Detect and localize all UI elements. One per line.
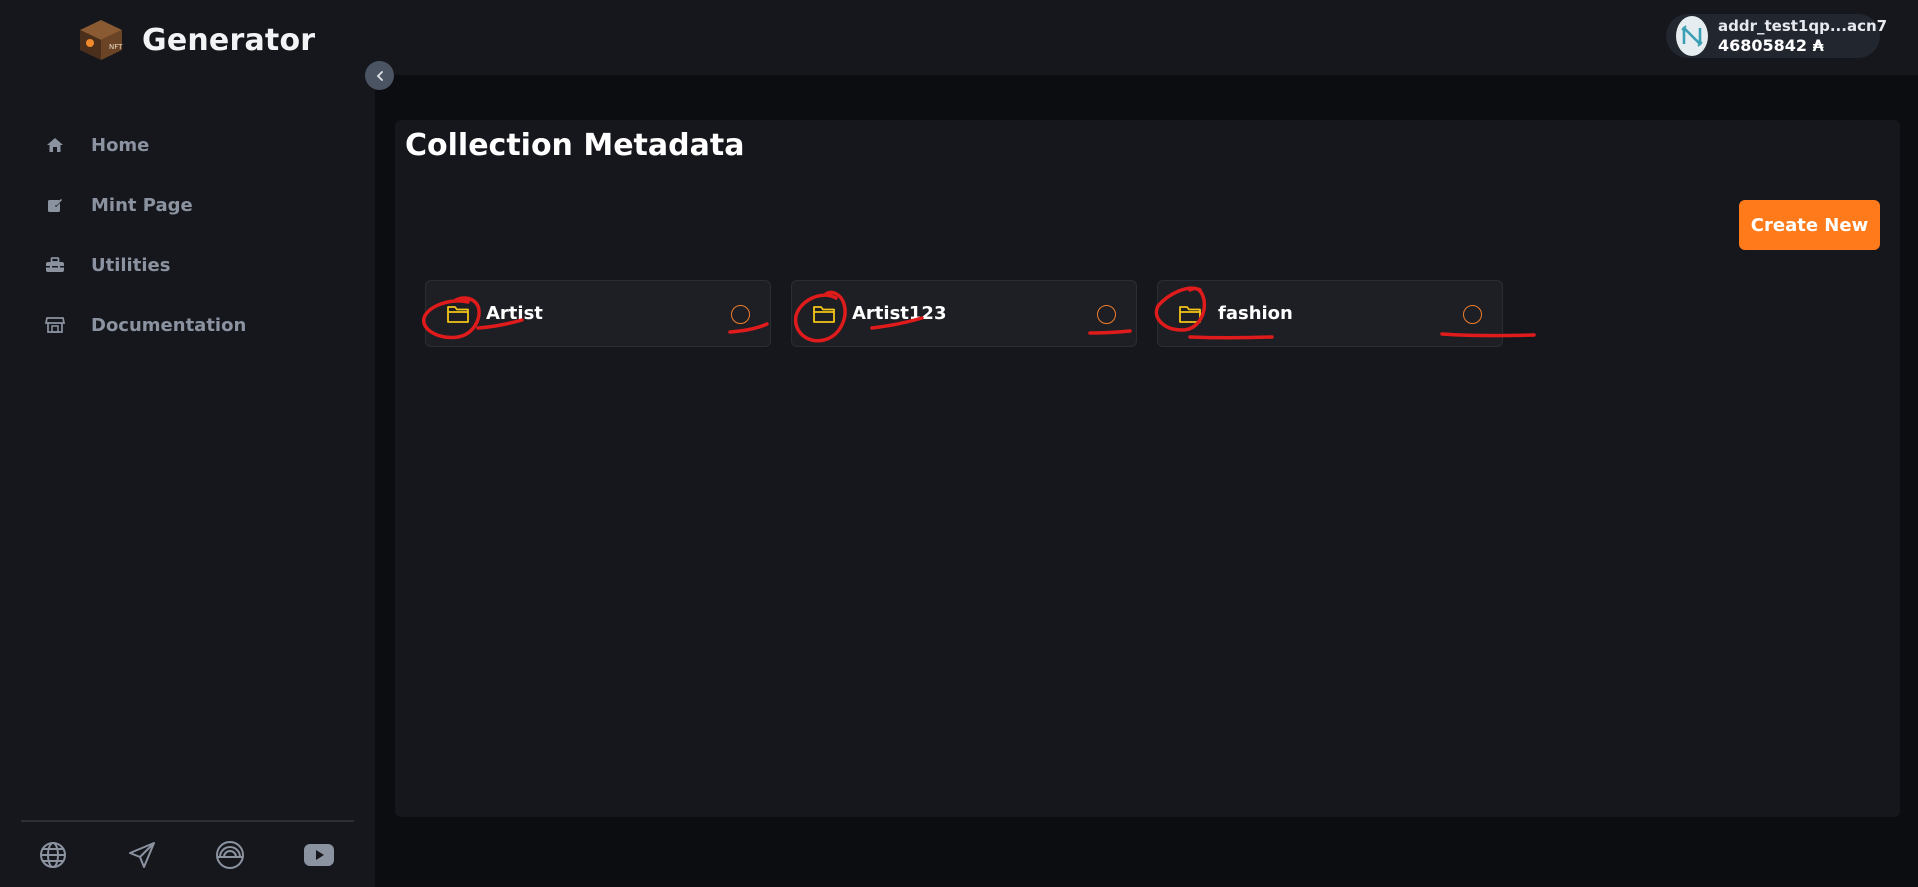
globe-icon[interactable] <box>36 838 70 872</box>
folder-name: Artist <box>486 303 543 324</box>
sidebar-nav: Home Mint Page Utilities Documentation <box>0 115 375 355</box>
nft-cube-logo: NFT <box>80 20 123 60</box>
social-links <box>36 838 336 872</box>
sidebar-item-home[interactable]: Home <box>0 115 375 175</box>
brand[interactable]: NFT Generator <box>78 18 315 62</box>
folder-name: fashion <box>1218 303 1293 324</box>
wallet-avatar <box>1676 16 1708 56</box>
folder-select-radio[interactable] <box>731 305 750 324</box>
sidebar-item-label: Mint Page <box>91 194 193 216</box>
folder-name: Artist123 <box>852 303 947 324</box>
send-icon[interactable] <box>125 838 159 872</box>
folder-select-radio[interactable] <box>1463 305 1482 324</box>
chevron-left-icon <box>376 70 383 81</box>
wallet-balance: 46805842 ₳ <box>1718 36 1824 55</box>
folder-select-radio[interactable] <box>1097 305 1116 324</box>
page-title: Collection Metadata <box>405 128 745 163</box>
wallet-address: addr_test1qp...acn7 <box>1718 17 1888 35</box>
create-new-button[interactable]: Create New <box>1739 200 1880 250</box>
nami-logo-icon <box>1681 25 1703 47</box>
sidebar-item-label: Documentation <box>91 314 247 336</box>
youtube-icon[interactable] <box>302 838 336 872</box>
folder-icon <box>813 306 835 323</box>
sidebar: NFT Generator Home Mint Page Utilities D… <box>0 0 375 887</box>
sidebar-divider <box>21 820 354 822</box>
sidebar-item-label: Utilities <box>91 254 171 276</box>
collapse-sidebar-button[interactable] <box>365 61 394 90</box>
toolbox-icon <box>45 255 65 275</box>
wallet-button[interactable]: addr_test1qp...acn7 46805842 ₳ <box>1666 14 1887 58</box>
sidebar-item-label: Home <box>91 134 150 156</box>
folder-icon <box>447 306 469 323</box>
svg-text:NFT: NFT <box>109 43 123 51</box>
folder-list: Artist Artist123 fashion <box>425 280 1503 347</box>
sidebar-item-mint-page[interactable]: Mint Page <box>0 175 375 235</box>
sidebar-item-documentation[interactable]: Documentation <box>0 295 375 355</box>
home-icon <box>45 135 65 155</box>
folder-icon <box>1179 306 1201 323</box>
rainbow-icon[interactable] <box>213 838 247 872</box>
folder-card-fashion[interactable]: fashion <box>1157 280 1503 347</box>
store-icon <box>45 315 65 335</box>
folder-card-artist[interactable]: Artist <box>425 280 771 347</box>
brand-title: Generator <box>142 22 316 58</box>
folder-card-artist123[interactable]: Artist123 <box>791 280 1137 347</box>
main-panel: Collection Metadata Create New Artist Ar… <box>395 120 1900 817</box>
topbar: addr_test1qp...acn7 46805842 ₳ <box>375 0 1918 75</box>
wallet-info: addr_test1qp...acn7 46805842 ₳ <box>1718 16 1887 56</box>
sidebar-item-utilities[interactable]: Utilities <box>0 235 375 295</box>
edit-icon <box>45 195 65 215</box>
